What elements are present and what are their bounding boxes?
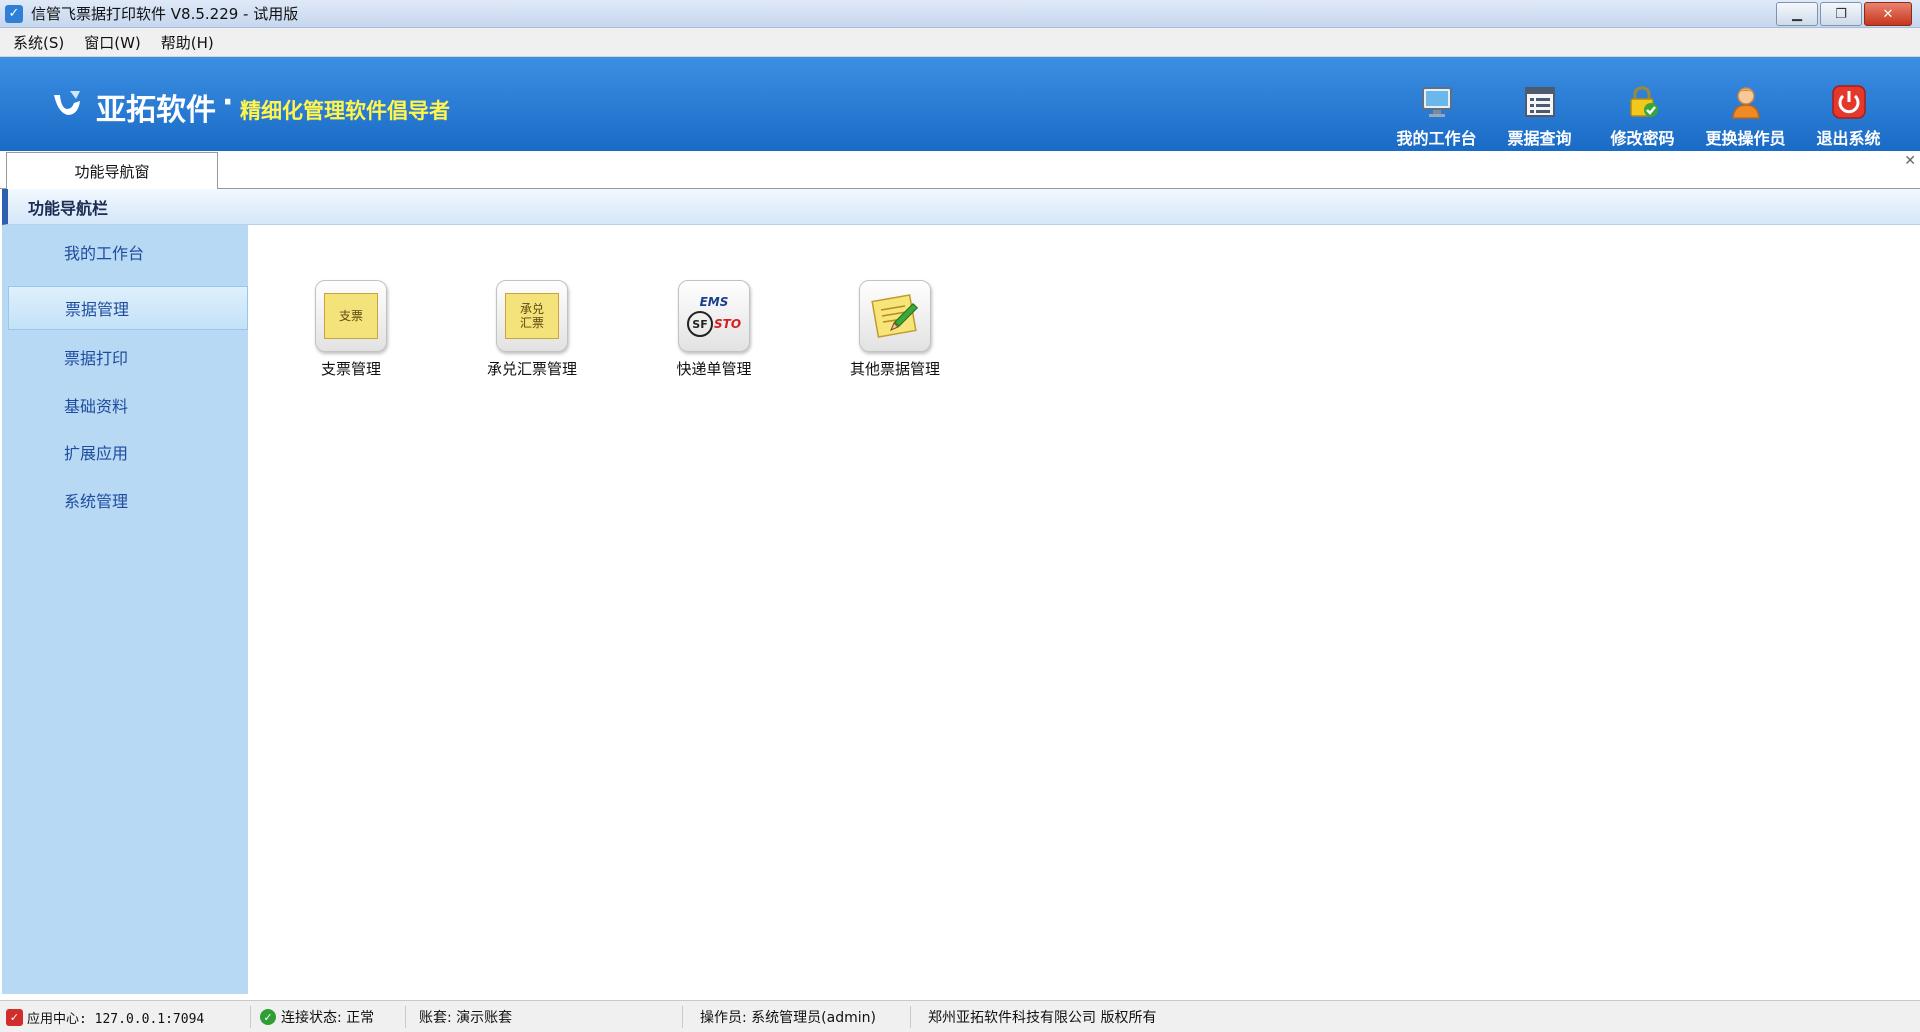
close-button[interactable]: ✕ bbox=[1864, 2, 1912, 26]
status-account-text: 账套: 演示账套 bbox=[419, 1010, 513, 1026]
window-title: 信管飞票据打印软件 V8.5.229 - 试用版 bbox=[31, 5, 299, 23]
module-other-bills[interactable]: 其他票据管理 bbox=[835, 280, 955, 379]
switch-operator-label: 更换操作员 bbox=[1705, 129, 1786, 148]
restore-icon: ❐ bbox=[1835, 6, 1847, 22]
sidebar-item-system-management[interactable]: 系统管理 bbox=[8, 478, 246, 521]
change-password-button[interactable]: 修改密码 bbox=[1591, 57, 1694, 151]
list-icon bbox=[1523, 85, 1557, 119]
sidebar-item-bill-management[interactable]: 票据管理 bbox=[8, 286, 248, 330]
status-copyright-text: 郑州亚拓软件科技有限公司 版权所有 bbox=[928, 1010, 1157, 1026]
menu-help[interactable]: 帮助(H) bbox=[161, 32, 214, 53]
nav-header-title: 功能导航栏 bbox=[28, 198, 109, 218]
sidebar-item-label: 我的工作台 bbox=[64, 243, 145, 263]
tab-close-icon[interactable]: ✕ bbox=[1904, 153, 1916, 169]
status-app-center-text: 应用中心: 127.0.0.1:7094 bbox=[27, 1011, 205, 1027]
header-banner: 亚拓软件 · 精细化管理软件倡导者 我的工作台 票据查询 修改密码 更换操作员 … bbox=[0, 57, 1920, 151]
module-cheque-label: 支票管理 bbox=[320, 360, 381, 378]
menu-system[interactable]: 系统(S) bbox=[13, 32, 64, 53]
tab-strip: 功能导航窗 ✕ bbox=[0, 151, 1920, 190]
acceptance-card-text: 承兑 汇票 bbox=[505, 293, 559, 339]
sidebar-item-my-workbench[interactable]: 我的工作台 bbox=[8, 230, 246, 273]
menu-bar: 系统(S) 窗口(W) 帮助(H) bbox=[0, 28, 1920, 57]
close-icon: ✕ bbox=[1882, 6, 1894, 22]
status-separator bbox=[250, 1006, 251, 1028]
user-icon bbox=[1729, 85, 1763, 119]
status-account: 账套: 演示账套 bbox=[419, 1001, 512, 1032]
menu-window[interactable]: 窗口(W) bbox=[84, 32, 141, 53]
tab-label: 功能导航窗 bbox=[74, 162, 150, 181]
window-controls: ▁ ❐ ✕ bbox=[1776, 2, 1912, 26]
app-center-icon: ✓ bbox=[6, 1008, 23, 1026]
brand-name: 亚拓软件 bbox=[96, 93, 216, 128]
module-other-bills-label: 其他票据管理 bbox=[849, 360, 940, 378]
express-icon: EMS SF STO bbox=[678, 280, 750, 352]
brand-separator: · bbox=[222, 85, 234, 120]
switch-operator-button[interactable]: 更换操作员 bbox=[1694, 57, 1797, 151]
status-operator-text: 操作员: 系统管理员(admin) bbox=[700, 1010, 876, 1026]
workbench-button[interactable]: 我的工作台 bbox=[1385, 57, 1488, 151]
brand-slogan: 精细化管理软件倡导者 bbox=[240, 99, 450, 123]
sidebar-item-bill-printing[interactable]: 票据打印 bbox=[8, 335, 246, 378]
title-bar: ✓ 信管飞票据打印软件 V8.5.229 - 试用版 ▁ ❐ ✕ bbox=[0, 0, 1920, 28]
tab-function-navigation[interactable]: 功能导航窗 bbox=[6, 152, 218, 190]
workbench-label: 我的工作台 bbox=[1396, 129, 1477, 148]
content-area: 支票 支票管理 承兑 汇票 承兑汇票管理 EMS SF STO 快递单管理 其他… bbox=[248, 225, 1918, 994]
sidebar-item-label: 系统管理 bbox=[64, 491, 129, 511]
status-connection-text: 连接状态: 正常 bbox=[281, 1010, 375, 1026]
lock-check-icon bbox=[1626, 85, 1660, 119]
sto-text: STO bbox=[713, 317, 742, 331]
exit-system-button[interactable]: 退出系统 bbox=[1797, 57, 1900, 151]
power-icon bbox=[1831, 85, 1866, 119]
module-cheque[interactable]: 支票 支票管理 bbox=[291, 280, 411, 379]
brand-logo-icon bbox=[50, 87, 80, 119]
status-bar: ✓ 应用中心: 127.0.0.1:7094 ✓ 连接状态: 正常 账套: 演示… bbox=[0, 1000, 1920, 1032]
sidebar-item-label: 基础资料 bbox=[64, 396, 129, 416]
sidebar-item-label: 票据打印 bbox=[64, 348, 129, 368]
sidebar-item-extensions[interactable]: 扩展应用 bbox=[8, 430, 246, 473]
sidebar: 我的工作台 票据管理 票据打印 基础资料 扩展应用 系统管理 bbox=[2, 225, 248, 994]
monitor-icon bbox=[1420, 85, 1454, 119]
app-logo-icon: ✓ bbox=[5, 4, 23, 23]
status-app-center: ✓ 应用中心: 127.0.0.1:7094 bbox=[6, 1001, 204, 1032]
change-password-label: 修改密码 bbox=[1610, 129, 1675, 148]
sidebar-item-basic-data[interactable]: 基础资料 bbox=[8, 383, 246, 426]
ems-text: EMS bbox=[699, 295, 729, 309]
bill-query-button[interactable]: 票据查询 bbox=[1488, 57, 1591, 151]
status-connection: ✓ 连接状态: 正常 bbox=[260, 1001, 374, 1032]
cheque-card-text: 支票 bbox=[324, 293, 378, 339]
sidebar-item-label: 票据管理 bbox=[65, 300, 130, 319]
sf-text: SF bbox=[686, 311, 713, 337]
module-express-label: 快递单管理 bbox=[676, 360, 752, 378]
module-acceptance-bill[interactable]: 承兑 汇票 承兑汇票管理 bbox=[472, 280, 592, 379]
module-express[interactable]: EMS SF STO 快递单管理 bbox=[654, 280, 774, 379]
nav-header: 功能导航栏 bbox=[2, 189, 1920, 225]
status-separator bbox=[910, 1006, 911, 1028]
app-window: ✓ 信管飞票据打印软件 V8.5.229 - 试用版 ▁ ❐ ✕ 系统(S) 窗… bbox=[0, 0, 1920, 1032]
sidebar-item-label: 扩展应用 bbox=[64, 443, 129, 463]
check-circle-icon: ✓ bbox=[260, 1009, 276, 1025]
exit-system-label: 退出系统 bbox=[1816, 129, 1881, 148]
minimize-button[interactable]: ▁ bbox=[1776, 2, 1818, 26]
acceptance-bill-icon: 承兑 汇票 bbox=[496, 280, 568, 352]
bill-query-label: 票据查询 bbox=[1507, 129, 1572, 148]
notepad-pencil-icon bbox=[859, 280, 931, 352]
restore-button[interactable]: ❐ bbox=[1820, 2, 1862, 26]
main-toolbar: 我的工作台 票据查询 修改密码 更换操作员 退出系统 bbox=[1385, 57, 1900, 151]
module-acceptance-bill-label: 承兑汇票管理 bbox=[486, 360, 577, 378]
minimize-icon: ▁ bbox=[1792, 6, 1802, 22]
cheque-icon: 支票 bbox=[315, 280, 387, 352]
status-separator bbox=[405, 1006, 406, 1028]
status-operator: 操作员: 系统管理员(admin) bbox=[700, 1001, 876, 1032]
status-copyright: 郑州亚拓软件科技有限公司 版权所有 bbox=[928, 1001, 1156, 1032]
status-separator bbox=[682, 1006, 683, 1028]
